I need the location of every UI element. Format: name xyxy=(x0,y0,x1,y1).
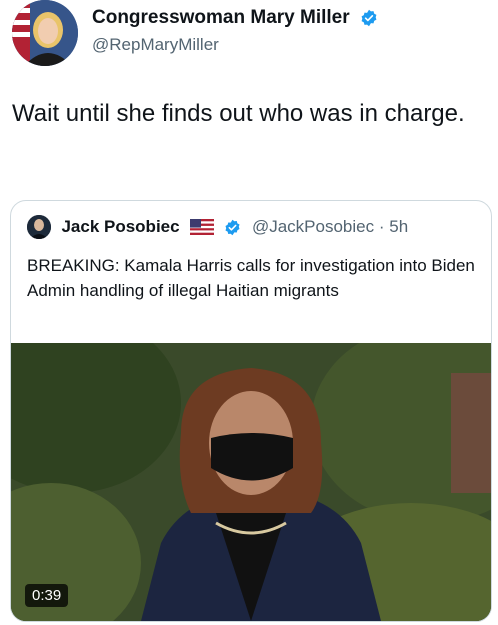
quoted-tweet-time[interactable]: 5h xyxy=(389,217,408,236)
quoted-tweet-text: BREAKING: Kamala Harris calls for invest… xyxy=(27,256,475,300)
quoted-author-name[interactable]: Jack Posobiec xyxy=(61,217,179,237)
handle-separator: · xyxy=(378,217,385,236)
video-thumbnail xyxy=(11,343,491,621)
us-flag-icon xyxy=(190,219,215,235)
quoted-tweet-header: Jack Posobiec @JackPosobiec · 5h xyxy=(27,215,408,245)
quoted-author-avatar[interactable] xyxy=(27,215,51,239)
tweet-header: Congresswoman Mary Miller @RepMaryMiller xyxy=(0,0,498,80)
verified-badge-icon xyxy=(360,9,378,27)
author-avatar[interactable] xyxy=(12,0,78,66)
video-duration-badge: 0:39 xyxy=(25,584,69,607)
tweet-text: Wait until she finds out who was in char… xyxy=(12,100,465,127)
quoted-tweet-video[interactable]: 0:39 xyxy=(11,343,491,621)
quoted-author-handle[interactable]: @JackPosobiec xyxy=(252,217,374,236)
author-handle[interactable]: @RepMaryMiller xyxy=(92,34,378,56)
author-display-name[interactable]: Congresswoman Mary Miller xyxy=(92,6,350,30)
verified-badge-icon xyxy=(224,219,241,236)
quoted-tweet-card[interactable]: Jack Posobiec @JackPosobiec · 5h BREAKIN… xyxy=(10,200,492,622)
